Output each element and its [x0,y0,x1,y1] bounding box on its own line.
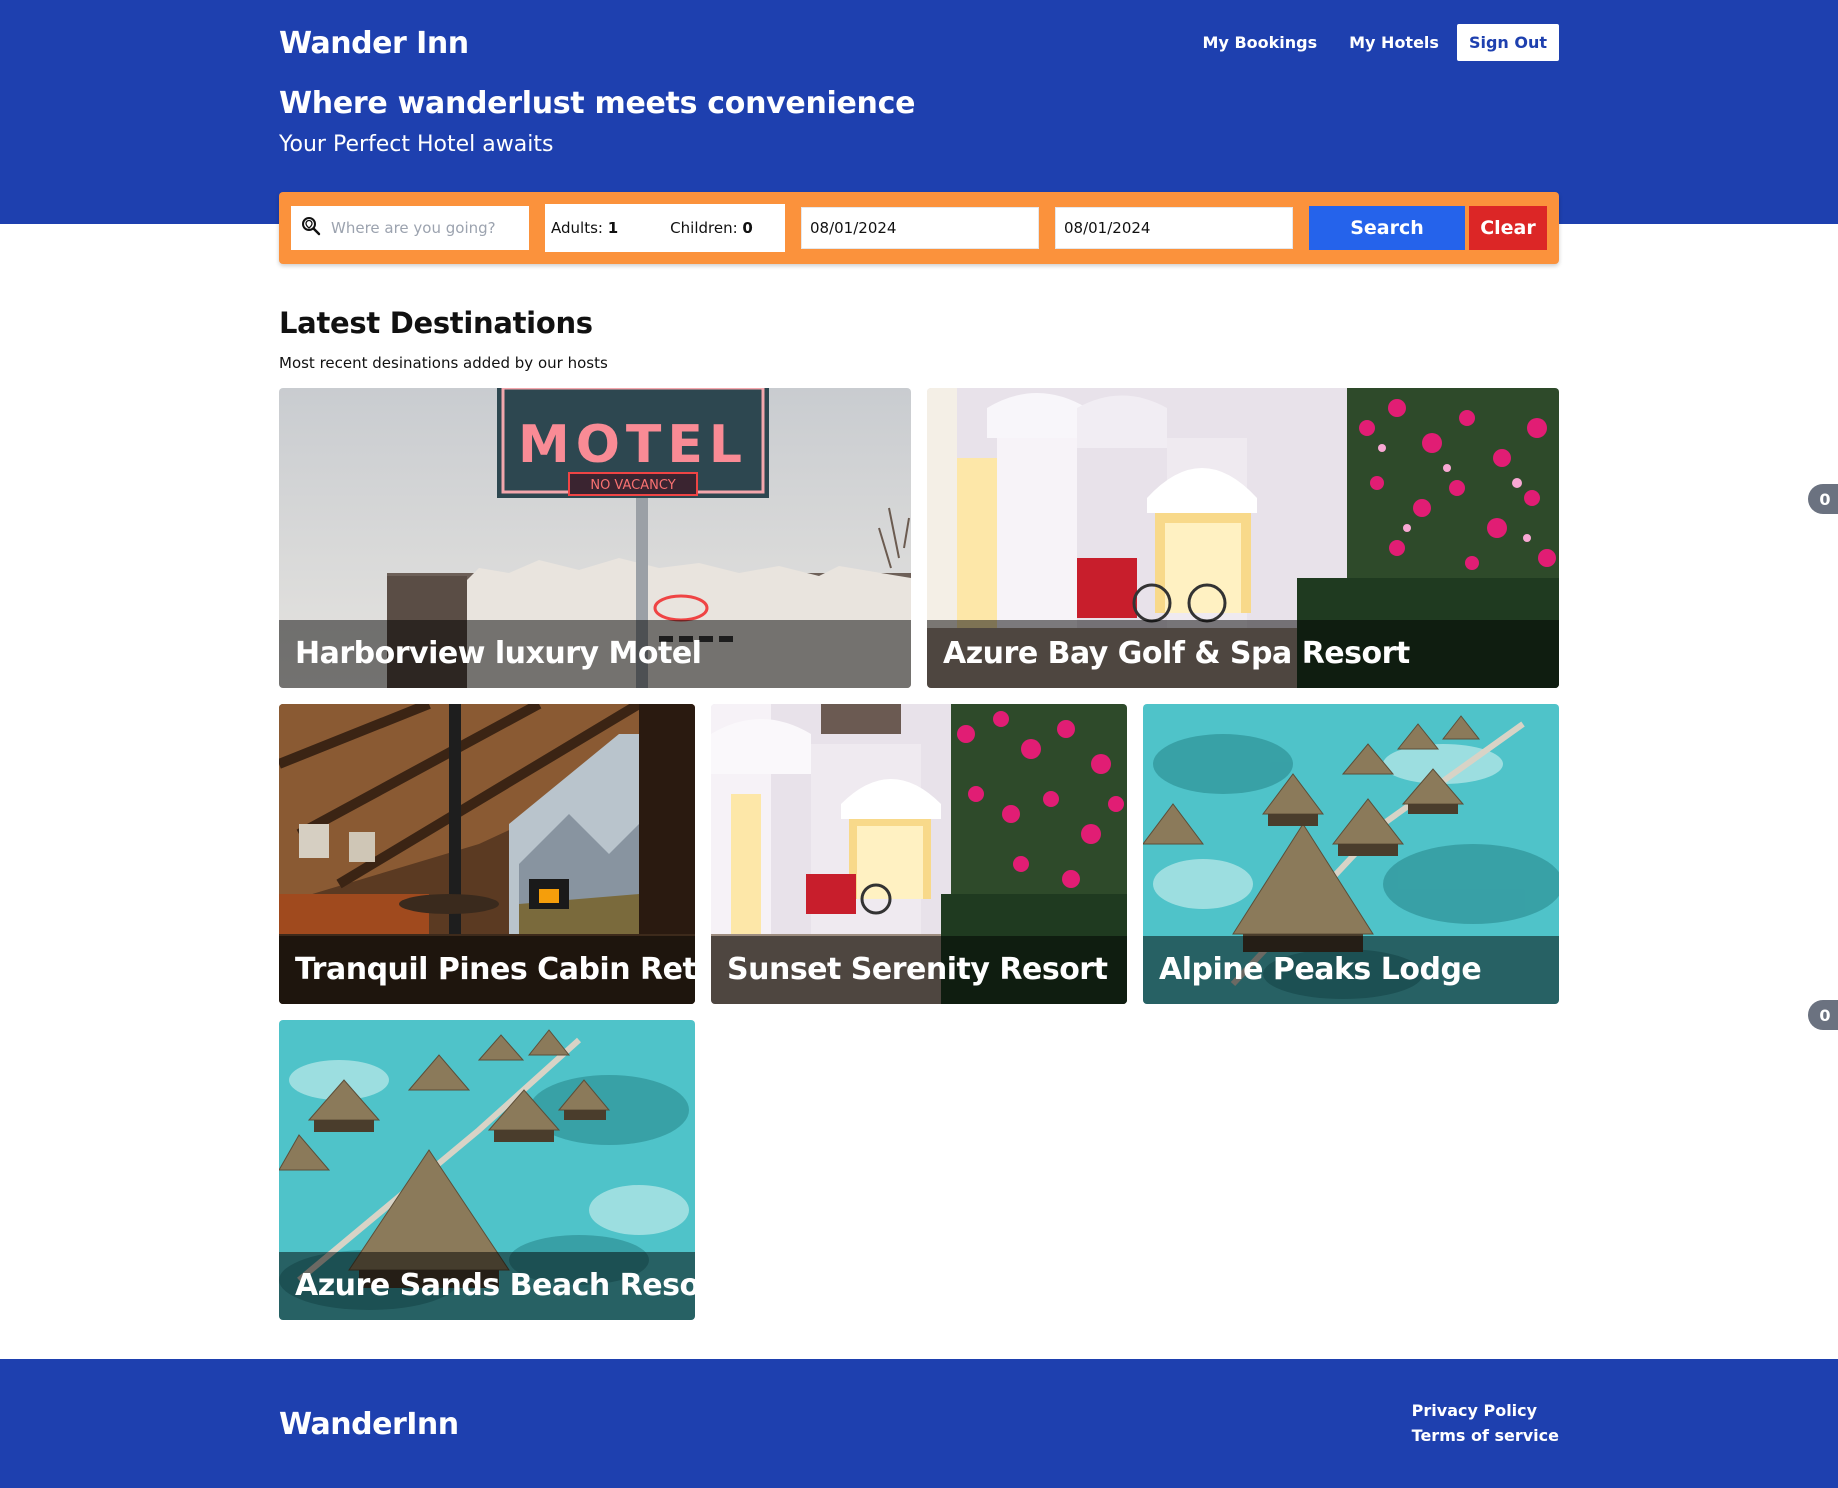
site-footer: WanderInn Privacy Policy Terms of servic… [0,1359,1838,1488]
destination-card[interactable]: Sunset Serenity Resort [711,704,1127,1004]
svg-text:MOTEL: MOTEL [518,415,748,475]
destination-name: Harborview luxury Motel [279,620,911,688]
floating-widget-icon[interactable]: 0 [1808,1000,1838,1030]
section-subtitle: Most recent desinations added by our hos… [279,354,608,372]
svg-text:NO VACANCY: NO VACANCY [590,478,675,493]
terms-of-service-link[interactable]: Terms of service [1412,1426,1559,1445]
destination-name: Tranquil Pines Cabin Retreat [279,936,695,1004]
section-title: Latest Destinations [279,306,593,340]
footer-links: Privacy Policy Terms of service [1412,1401,1559,1445]
destination-card[interactable]: Tranquil Pines Cabin Retreat [279,704,695,1004]
destination-card[interactable]: Alpine Peaks Lodge [1143,704,1559,1004]
destination-card[interactable]: Azure Sands Beach Resort [279,1020,695,1320]
floating-widget-icon[interactable]: 0 [1808,484,1838,514]
destination-name: Azure Bay Golf & Spa Resort [927,620,1559,688]
destination-name: Sunset Serenity Resort [711,936,1127,1004]
destination-card[interactable]: MOTEL NO VACANCY Harborview luxury Motel [279,388,911,688]
privacy-policy-link[interactable]: Privacy Policy [1412,1401,1559,1420]
destination-card[interactable]: Azure Bay Golf & Spa Resort [927,388,1559,688]
destination-name: Azure Sands Beach Resort [279,1252,695,1320]
footer-logo[interactable]: WanderInn [279,1407,459,1442]
destination-name: Alpine Peaks Lodge [1143,936,1559,1004]
